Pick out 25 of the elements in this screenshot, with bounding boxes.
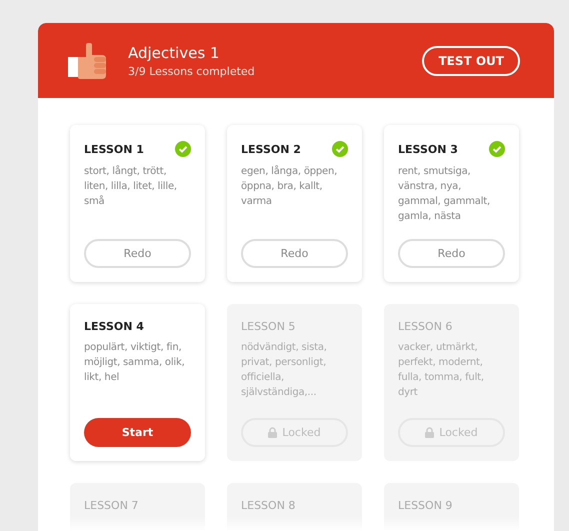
lesson-button[interactable]: Start: [84, 418, 191, 447]
skill-title: Adjectives 1: [128, 44, 220, 62]
lesson-title: LESSON 8: [241, 499, 296, 512]
lesson-words: stort, långt, trött, liten, lilla, litet, lille, små: [84, 164, 178, 209]
lesson-words: nödvändigt, sista, privat, personligt, officiella, självständiga,...: [241, 341, 328, 400]
test-out-button[interactable]: TEST OUT: [422, 46, 520, 76]
lesson-words: egen, långa, öppen, öppna, bra, kallt, varma: [241, 164, 338, 209]
lesson-title: LESSON 5: [241, 320, 296, 333]
lesson-title: LESSON 6: [398, 320, 452, 333]
lesson-button[interactable]: Redo: [241, 239, 348, 268]
thumbs-up-icon: [68, 42, 106, 78]
lesson-words: populärt, viktigt, fin, möjligt, samma, olik, likt, hel: [84, 341, 186, 385]
lesson-title: LESSON 1: [84, 142, 144, 156]
lesson-title: LESSON 2: [241, 142, 301, 156]
lesson-title: LESSON 9: [398, 499, 452, 512]
lesson-button[interactable]: Redo: [84, 239, 191, 268]
lock-icon: [425, 427, 434, 438]
lesson-words: rent, smutsiga, vänstra, nya, gammal, gammalt, gamla, nästa: [398, 165, 491, 224]
lesson-button[interactable]: Redo: [398, 239, 505, 268]
lock-icon: [268, 427, 278, 438]
lesson-title: LESSON 3: [398, 142, 458, 156]
lesson-words: vacker, utmärkt, perfekt, modernt, fulla, tomma, fult, dyrt: [398, 341, 485, 400]
lesson-title: LESSON 4: [84, 320, 144, 333]
lesson-title: LESSON 7: [84, 499, 138, 512]
progress-text: 3/9 Lessons completed: [128, 64, 256, 78]
